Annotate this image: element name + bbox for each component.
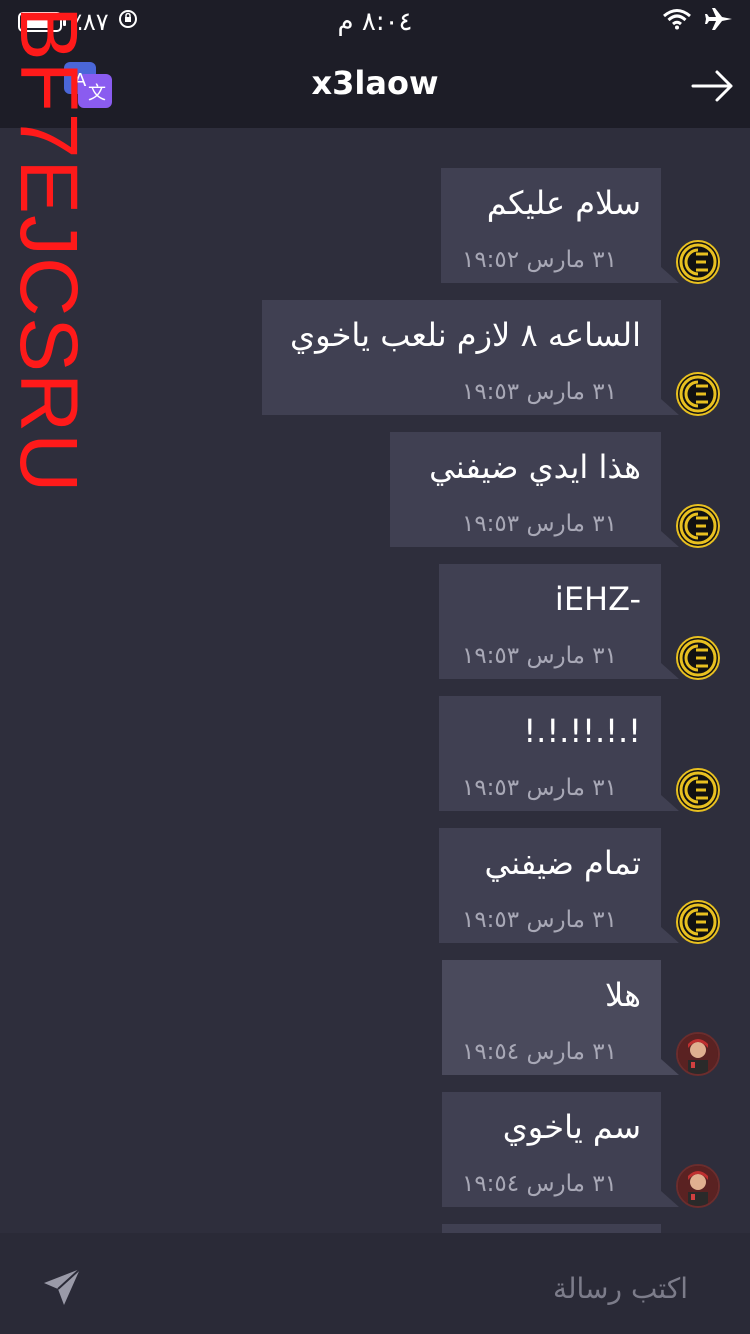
message-item: !.!.!!.!.! ٣١ مارس ١٩:٥٣: [0, 656, 750, 812]
message-item: iEHZ- ٣١ مارس ١٩:٥٣: [0, 524, 750, 680]
message-text: الساعه ٨ لازم نلعب ياخوي: [290, 316, 641, 354]
message-bubble-partial[interactable]: [442, 1224, 661, 1233]
message-item: هذا ايدي ضيفني ٣١ مارس ١٩:٥٣: [0, 392, 750, 548]
airplane-icon: [704, 6, 734, 36]
chat-title: x3laow: [311, 64, 439, 102]
message-text: هلا: [605, 976, 641, 1014]
avatar[interactable]: [676, 1164, 720, 1208]
watermark: BF7EJCSRU: [3, 6, 94, 576]
message-item: سم ياخوي ٣١ مارس ١٩:٥٤: [0, 1052, 750, 1208]
message-list[interactable]: سلام عليكم ٣١ مارس ١٩:٥٢ الساعه ٨ لازم ن…: [0, 128, 750, 1233]
watermark-text: BF7EJCSRU: [3, 6, 94, 494]
chat-header: A 文 x3laow: [0, 40, 750, 128]
status-bar: ٪٨٧ ٨:٠٤ م: [0, 0, 750, 40]
send-icon: [44, 1268, 81, 1305]
wifi-icon: [662, 8, 692, 34]
message-bubble[interactable]: سم ياخوي ٣١ مارس ١٩:٥٤: [442, 1092, 661, 1207]
message-item: سلام عليكم ٣١ مارس ١٩:٥٢: [0, 128, 750, 284]
back-button[interactable]: [690, 66, 736, 106]
arrow-right-icon: [691, 70, 733, 102]
message-input[interactable]: [186, 1267, 690, 1309]
message-composer: [0, 1233, 750, 1334]
message-item: هلا ٣١ مارس ١٩:٥٤: [0, 920, 750, 1076]
game-character-icon: [678, 1166, 718, 1206]
message-text: تمام ضيفني: [484, 844, 641, 882]
status-time: ٨:٠٤ م: [337, 7, 413, 37]
message-time: ٣١ مارس ١٩:٥٤: [461, 1171, 617, 1197]
message-text: هذا ايدي ضيفني: [429, 448, 641, 486]
message-text: سم ياخوي: [502, 1108, 641, 1146]
message-item: تمام ضيفني ٣١ مارس ١٩:٥٣: [0, 788, 750, 944]
message-text: سلام عليكم: [486, 184, 641, 222]
message-item: الساعه ٨ لازم نلعب ياخوي ٣١ مارس ١٩:٥٣: [0, 260, 750, 416]
send-button[interactable]: [40, 1265, 84, 1309]
message-text: !.!.!!.!.!: [523, 712, 641, 750]
status-right: [662, 6, 734, 36]
message-text: iEHZ-: [554, 580, 641, 618]
